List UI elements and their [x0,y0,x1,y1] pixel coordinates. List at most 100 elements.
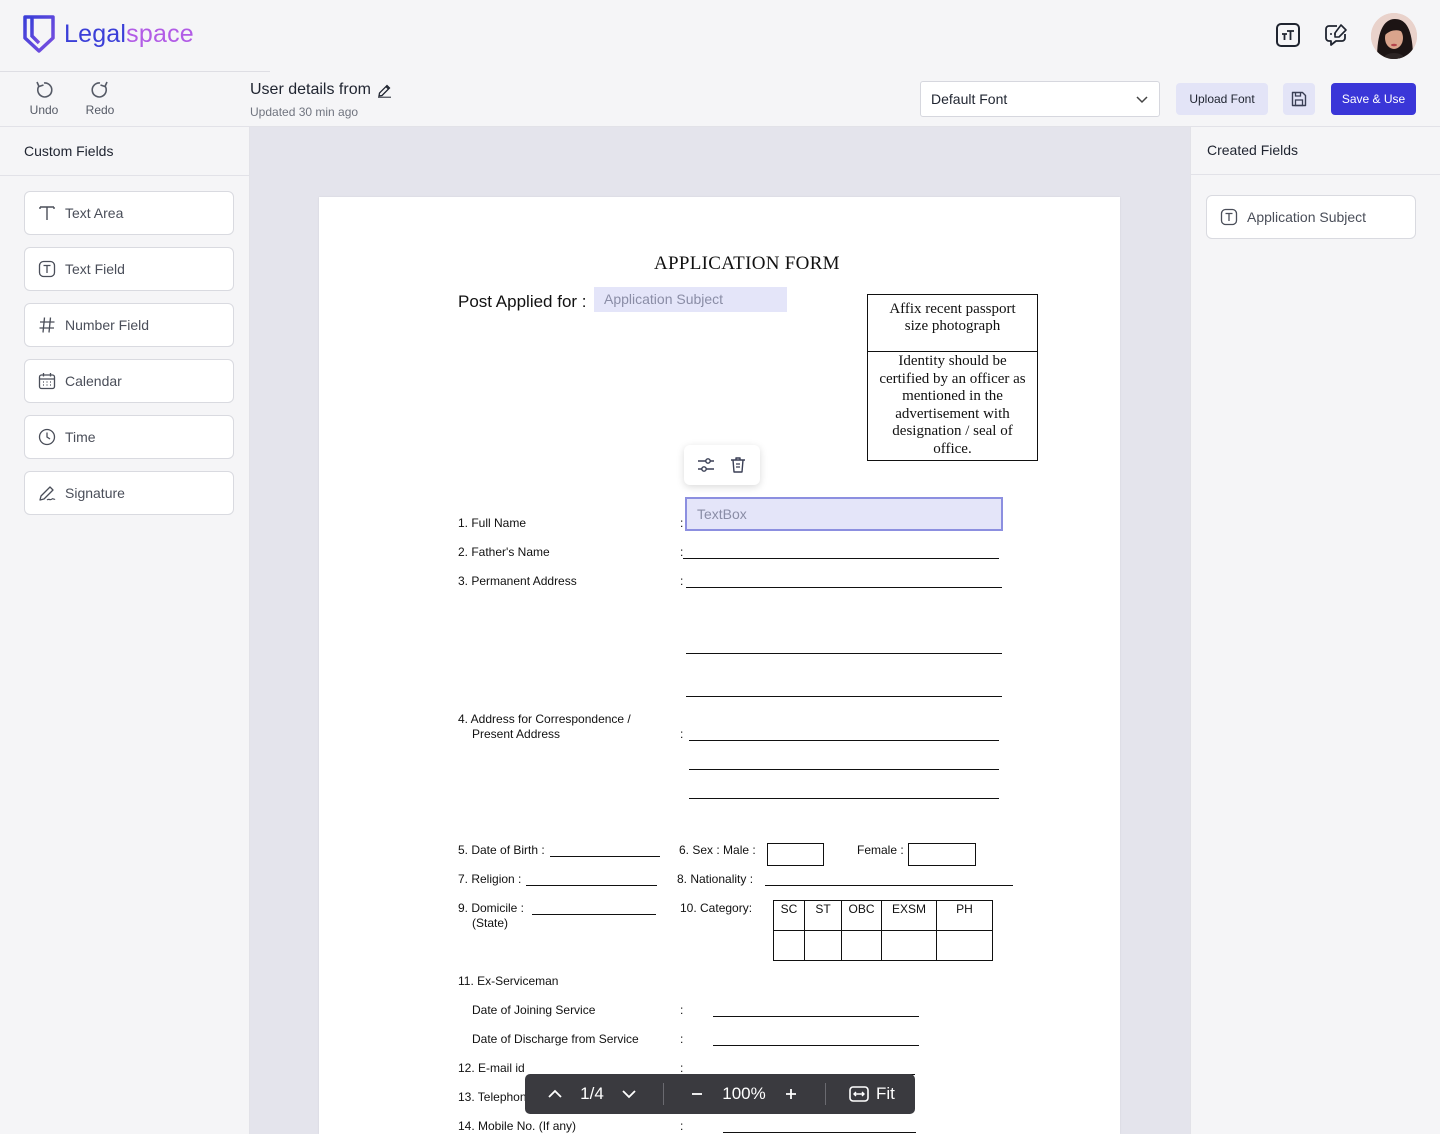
settings-sliders-icon[interactable] [696,455,716,475]
domicile-state-label: (State) [472,916,509,930]
blank-line [532,914,656,915]
redo-icon [91,81,108,98]
blank-line [723,1132,916,1133]
page-indicator: 1/4 [580,1084,604,1103]
field-label: Text Area [65,205,124,221]
font-select[interactable]: Default Font [920,81,1160,117]
colon: : [680,1003,684,1017]
category-label: 10. Category: [680,901,753,915]
textbox-field[interactable]: TextBox [685,497,1003,531]
blank-line [689,769,999,770]
religion-label: 7. Religion : [458,872,522,886]
top-bar [0,0,1440,72]
divider [825,1083,826,1105]
domicile-label: 9. Domicile : [458,901,525,915]
post-applied-label: Post Applied for : [458,292,587,311]
pencil-icon[interactable] [377,83,392,98]
zoom-out-button[interactable] [682,1087,712,1101]
form-title: APPLICATION FORM [654,253,840,274]
fit-button[interactable]: Fit [849,1084,895,1104]
undo-label: Undo [29,103,59,117]
text-field-icon [1219,207,1239,227]
category-header: PH [936,900,993,931]
calendar-icon [37,371,57,391]
mobile-label: 14. Mobile No. (If any) [458,1119,577,1133]
blank-line [686,696,1002,697]
logo[interactable]: Legalspace [22,14,194,54]
category-cell [804,930,842,961]
female-label: Female : [857,843,904,857]
divider [0,71,270,72]
field-time[interactable]: Time [24,415,234,459]
next-page-button[interactable] [614,1086,644,1102]
brand-name: Legalspace [64,19,194,48]
blank-line [765,885,1013,886]
ex-serviceman-label: 11. Ex-Serviceman [458,974,559,988]
save-and-use-button[interactable]: Save & Use [1331,83,1416,115]
redo-button[interactable]: Redo [78,80,122,117]
text-size-icon[interactable] [1275,22,1301,48]
field-text-field[interactable]: Text Field [24,247,234,291]
field-label: Text Field [65,261,125,277]
category-header: EXSM [881,900,937,931]
nationality-label: 8. Nationality : [677,872,754,886]
created-fields-panel [1190,127,1440,1134]
upload-font-button[interactable]: Upload Font [1176,83,1268,115]
created-field-application-subject[interactable]: Application Subject [1206,195,1416,239]
photo-instruction: Affix recent passport size photograph [889,301,1016,334]
colon: : [680,1061,684,1075]
updated-timestamp: Updated 30 min ago [250,105,359,119]
present-address-label: Present Address [472,727,561,741]
blank-line [526,885,657,886]
field-calendar[interactable]: Calendar [24,359,234,403]
field-label: Time [65,429,96,445]
clock-icon [37,427,57,447]
category-cell [841,930,882,961]
colon: : [680,1119,684,1133]
text-area-icon [37,203,57,223]
category-cell [773,930,805,961]
application-subject-field[interactable]: Application Subject [594,287,787,312]
trash-icon[interactable] [728,455,748,475]
document-title-text: User details from [250,81,371,98]
field-label: Signature [65,485,125,501]
font-select-value: Default Font [931,91,1008,107]
redo-label: Redo [85,103,115,117]
minus-icon [692,1093,702,1095]
legalspace-logo-icon [23,15,55,53]
page-navigator: 1/4 100% Fit [525,1074,915,1114]
field-label: Number Field [65,317,150,333]
comment-edit-icon[interactable] [1323,22,1349,48]
undo-button[interactable]: Undo [22,80,66,117]
chevron-down-icon [1136,96,1148,104]
created-fields-title: Created Fields [1207,142,1299,158]
field-text-area[interactable]: Text Area [24,191,234,235]
custom-fields-title: Custom Fields [24,143,114,159]
user-avatar[interactable] [1371,13,1417,59]
fit-width-icon [849,1086,869,1102]
created-field-label: Application Subject [1247,209,1367,225]
blank-line [683,558,999,559]
divider [1191,174,1440,175]
zoom-in-button[interactable] [776,1087,806,1101]
chevron-down-icon [622,1090,636,1099]
field-signature[interactable]: Signature [24,471,234,515]
signature-icon [37,483,57,503]
full-name-label: 1. Full Name [458,516,527,530]
previous-page-button[interactable] [540,1086,570,1102]
save-button[interactable] [1283,83,1315,115]
field-label: Calendar [65,373,122,389]
correspondence-address-label: 4. Address for Correspondence / [458,712,631,726]
plus-icon [786,1089,796,1099]
blank-line [689,740,999,741]
discharge-date-label: Date of Discharge from Service [472,1032,639,1046]
field-number-field[interactable]: Number Field [24,303,234,347]
category-cell [881,930,937,961]
colon: : [680,727,684,741]
blank-line [713,1045,919,1046]
colon: : [680,516,684,530]
document-title[interactable]: User details from [250,81,392,99]
zoom-level: 100% [722,1084,766,1103]
category-table: SC ST OBC EXSM PH [773,900,993,961]
female-box [908,843,976,866]
